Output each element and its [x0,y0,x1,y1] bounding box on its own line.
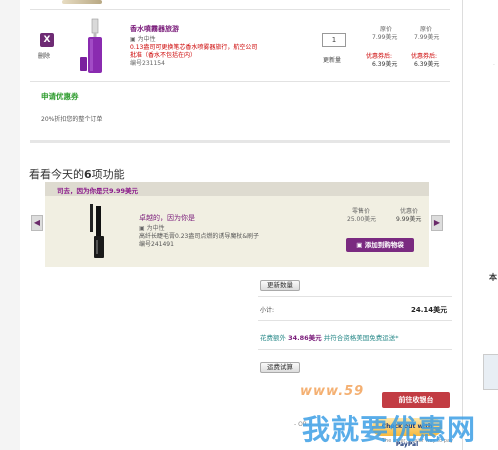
original-price-a: 7.99美元 [372,34,398,41]
deals-heading: 看看今天的6项功能 [29,168,125,181]
site-watermark-logo: 我就要优惠网 [302,413,477,446]
remove-item-label[interactable]: 删除 [38,51,50,60]
quantity-input[interactable]: 1 [322,33,346,47]
coupon-description: 20%折扣您的整个订单 [41,116,103,123]
right-sidebar-text: 本 [489,273,497,282]
estimate-shipping-button[interactable]: 运费试算 [260,362,300,373]
divider [30,9,450,10]
divider [258,296,452,297]
bag-icon: ▣ [356,241,365,249]
carousel-next-button[interactable]: ▶ [431,215,443,231]
sale-price: 9.99美元 [396,216,422,223]
perfume-atomizer-image [78,17,104,75]
coupon-price-b: 6.39美元 [414,61,440,68]
free-shipping-message: 花费额外 34.86美元 并符合资格美国免费运送* [260,334,399,342]
remove-item-button[interactable]: X [40,33,54,47]
right-sidebar-thumbnail [483,354,498,390]
update-quantity-link[interactable]: 更新量 [323,55,341,64]
retail-price: 25.00美元 [347,216,377,223]
carousel-prev-button[interactable]: ◀ [31,215,43,231]
apply-coupon-link[interactable]: 申请优惠券 [41,91,79,102]
subtotal-value: 24.14美元 [411,306,448,314]
product-name[interactable]: 香水噴霧器旅游 [130,24,179,34]
deal-product-name[interactable]: 卓越的，因为你是 [139,213,195,223]
subtotal-label: 小计: [260,307,275,314]
right-sidebar-marker: · [493,62,495,69]
previous-item-image [62,0,102,4]
divider [30,81,450,82]
mascara-image [82,202,108,260]
section-divider [30,140,450,143]
add-to-bag-button[interactable]: ▣ 添加到购物袋 [346,238,414,252]
site-watermark-url: www.59 [300,384,365,399]
original-price-b: 7.99美元 [414,34,440,41]
coupon-price-a: 6.39美元 [372,61,398,68]
product-item-number: 编号231154 [130,60,165,67]
divider [258,320,452,321]
divider [258,349,452,350]
deal-product-item-number: 编号241491 [139,241,174,248]
update-quantity-button[interactable]: 更新数量 [260,280,300,291]
deal-banner-text: 司去，因为你是只9.99美元 [57,187,139,195]
deal-banner: 司去，因为你是只9.99美元 [45,182,429,196]
right-sidebar: 本 · [462,0,498,450]
